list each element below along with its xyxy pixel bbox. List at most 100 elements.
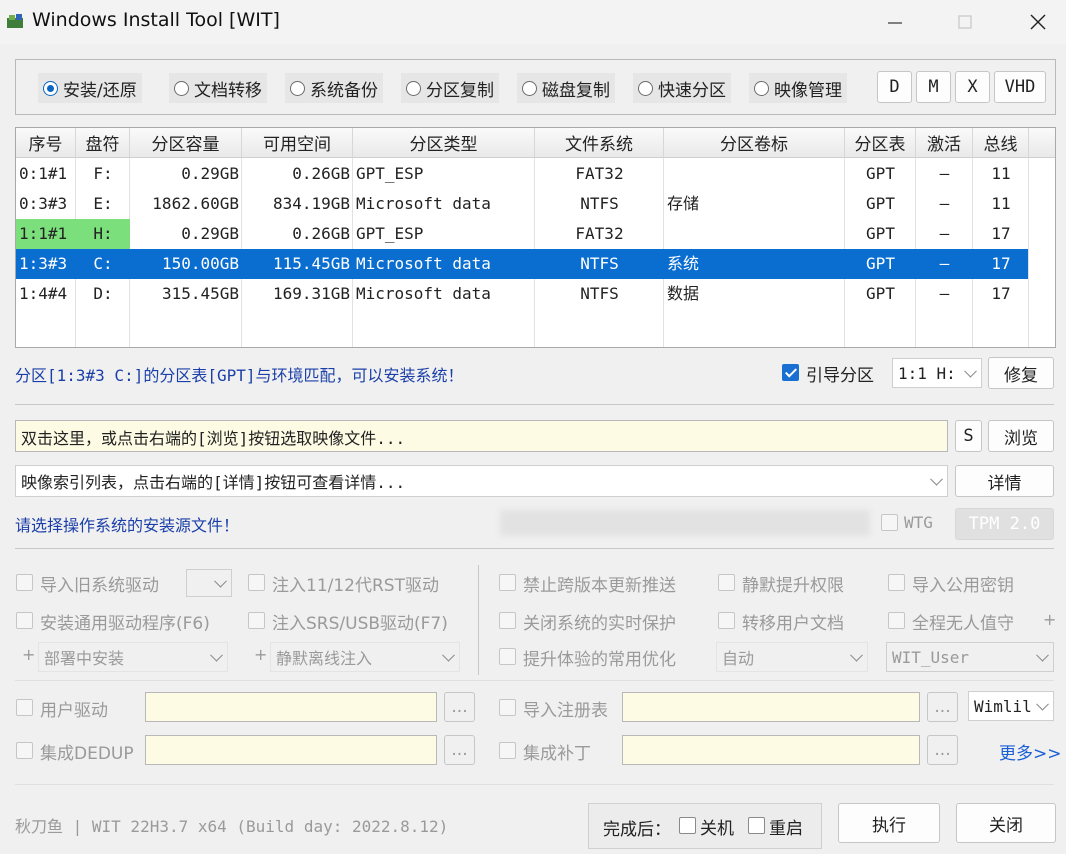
cell-fs: FAT32 — [575, 164, 624, 183]
mode-radio-quick-partition[interactable]: 快速分区 — [633, 73, 731, 103]
table-row[interactable]: 0:3#3 E: 1862.60GB 834.19GB Microsoft data NT… — [16, 189, 1028, 219]
silent-elevate-checkbox[interactable] — [718, 574, 735, 591]
partition-table[interactable]: 序号 盘符 分区容量 可用空间 分区类型 文件系统 分区卷标 分区表 激活 总线… — [15, 127, 1056, 348]
wtg-checkbox[interactable] — [881, 514, 898, 531]
tpm-button[interactable]: TPM 2.0 — [955, 508, 1054, 540]
table-row[interactable]: 0:1#1 F: 0.29GB 0.26GB GPT_ESP FAT32 GPT – 11 — [16, 159, 1028, 189]
transfer-docs-checkbox[interactable] — [718, 612, 735, 629]
user-driver-browse-button[interactable]: ... — [444, 692, 475, 722]
cell-size: 315.45GB — [161, 284, 239, 303]
optimize-checkbox[interactable] — [499, 648, 516, 665]
more-link[interactable]: 更多>> — [999, 739, 1062, 764]
header-bus[interactable]: 总线 — [973, 128, 1029, 158]
table-row[interactable]: 1:4#4 D: 315.45GB 169.31GB Microsoft data NTF… — [16, 279, 1028, 309]
cell-bus: 11 — [991, 164, 1011, 183]
registry-browse-button[interactable]: ... — [927, 692, 958, 722]
auto-select[interactable]: 自动 — [716, 642, 868, 672]
maximize-button[interactable] — [940, 4, 990, 40]
repair-button[interactable]: 修复 — [988, 357, 1054, 389]
close-button[interactable]: 关闭 — [956, 803, 1056, 843]
old-driver-select[interactable] — [186, 569, 232, 597]
realtime-protect-checkbox[interactable] — [499, 612, 516, 629]
header-active[interactable]: 激活 — [916, 128, 973, 158]
wimlib-select[interactable]: Wimlil — [968, 691, 1054, 721]
header-label[interactable]: 分区卷标 — [664, 128, 845, 158]
boot-partition-label: 引导分区 — [806, 366, 874, 386]
cell-active: – — [939, 224, 950, 243]
public-key-checkbox[interactable] — [888, 574, 905, 591]
header-free[interactable]: 可用空间 — [242, 128, 353, 158]
mode-radio-disk-copy[interactable]: 磁盘复制 — [517, 73, 615, 103]
generic-driver-checkbox[interactable] — [16, 612, 33, 629]
minimize-button[interactable] — [870, 4, 920, 40]
optimize-label: 提升体验的常用优化 — [523, 650, 676, 670]
block-update-checkbox[interactable] — [499, 574, 516, 591]
vhd-button[interactable]: VHD — [994, 71, 1046, 103]
execute-button[interactable]: 执行 — [838, 803, 940, 843]
registry-checkbox[interactable] — [499, 699, 516, 716]
chevron-down-icon — [210, 648, 223, 662]
boot-partition-checkbox[interactable] — [782, 364, 799, 381]
cell-active: – — [939, 164, 950, 183]
dedup-input[interactable] — [145, 735, 437, 765]
header-partition-table[interactable]: 分区表 — [845, 128, 916, 158]
cell-type: Microsoft data — [356, 254, 491, 273]
table-row[interactable]: 1:3#3 C: 150.00GB 115.45GB Microsoft data NTF… — [16, 249, 1028, 279]
drive-m-button[interactable]: M — [916, 71, 951, 103]
cell-drive: H: — [76, 219, 130, 249]
mode-radio-system-backup[interactable]: 系统备份 — [285, 73, 383, 103]
user-driver-input[interactable] — [145, 692, 437, 722]
dedup-browse-button[interactable]: ... — [444, 735, 475, 765]
drive-d-button[interactable]: D — [877, 71, 912, 103]
window-title: Windows Install Tool [WIT] — [32, 9, 280, 31]
old-driver-checkbox[interactable] — [16, 574, 33, 591]
deploy-select[interactable]: 部署中安装 — [38, 642, 228, 672]
boot-partition-select[interactable]: 1:1 H: — [892, 358, 982, 388]
browse-button[interactable]: 浏览 — [988, 420, 1054, 452]
user-name-select[interactable]: WIT_User — [886, 642, 1054, 672]
header-filesystem[interactable]: 文件系统 — [535, 128, 664, 158]
divider — [15, 548, 1054, 549]
reboot-checkbox[interactable] — [748, 817, 765, 834]
patch-label: 集成补丁 — [523, 744, 591, 764]
blurred-info — [500, 510, 870, 536]
cell-free: 169.31GB — [272, 284, 350, 303]
mode-radio-document-transfer[interactable]: 文档转移 — [169, 73, 267, 103]
cell-fs: NTFS — [580, 194, 619, 213]
header-index[interactable]: 序号 — [16, 128, 76, 158]
cell-type: GPT_ESP — [356, 164, 424, 183]
image-file-input[interactable]: 双击这里，或点击右端的[浏览]按钮选取映像文件... — [15, 420, 948, 452]
mode-radio-partition-copy[interactable]: 分区复制 — [401, 73, 499, 103]
shutdown-checkbox[interactable] — [679, 817, 696, 834]
header-size[interactable]: 分区容量 — [130, 128, 242, 158]
cell-free: 0.26GB — [292, 164, 350, 183]
divider — [15, 784, 1054, 785]
detail-button[interactable]: 详情 — [955, 465, 1054, 497]
table-row[interactable]: 1:1#1 H: 0.29GB 0.26GB GPT_ESP FAT32 GPT – 17 — [16, 219, 1028, 249]
rst-driver-checkbox[interactable] — [248, 574, 265, 591]
header-filler — [1029, 128, 1055, 158]
cell-active: – — [939, 254, 950, 273]
chevron-down-icon — [930, 472, 943, 486]
srs-driver-checkbox[interactable] — [248, 612, 265, 629]
block-update-label: 禁止跨版本更新推送 — [523, 576, 676, 596]
registry-input[interactable] — [622, 692, 920, 722]
dedup-checkbox[interactable] — [16, 742, 33, 759]
mode-radio-install[interactable]: 安装/还原 — [38, 73, 142, 103]
unattended-plus[interactable]: + — [1043, 610, 1056, 629]
close-window-button[interactable] — [1013, 4, 1063, 40]
header-type[interactable]: 分区类型 — [353, 128, 535, 158]
s-button[interactable]: S — [955, 420, 982, 452]
unattended-label: 全程无人值守 — [912, 614, 1014, 634]
patch-checkbox[interactable] — [499, 742, 516, 759]
drive-x-button[interactable]: X — [955, 71, 990, 103]
patch-browse-button[interactable]: ... — [927, 735, 958, 765]
user-driver-checkbox[interactable] — [16, 699, 33, 716]
header-drive[interactable]: 盘符 — [76, 128, 130, 158]
patch-input[interactable] — [622, 735, 920, 765]
offline-inject-select[interactable]: 静默离线注入 — [270, 642, 460, 672]
radio-dot-icon — [638, 80, 653, 96]
image-index-select[interactable]: 映像索引列表，点击右端的[详情]按钮可查看详情... — [15, 465, 948, 497]
unattended-checkbox[interactable] — [888, 612, 905, 629]
mode-radio-image-manage[interactable]: 映像管理 — [749, 73, 847, 103]
